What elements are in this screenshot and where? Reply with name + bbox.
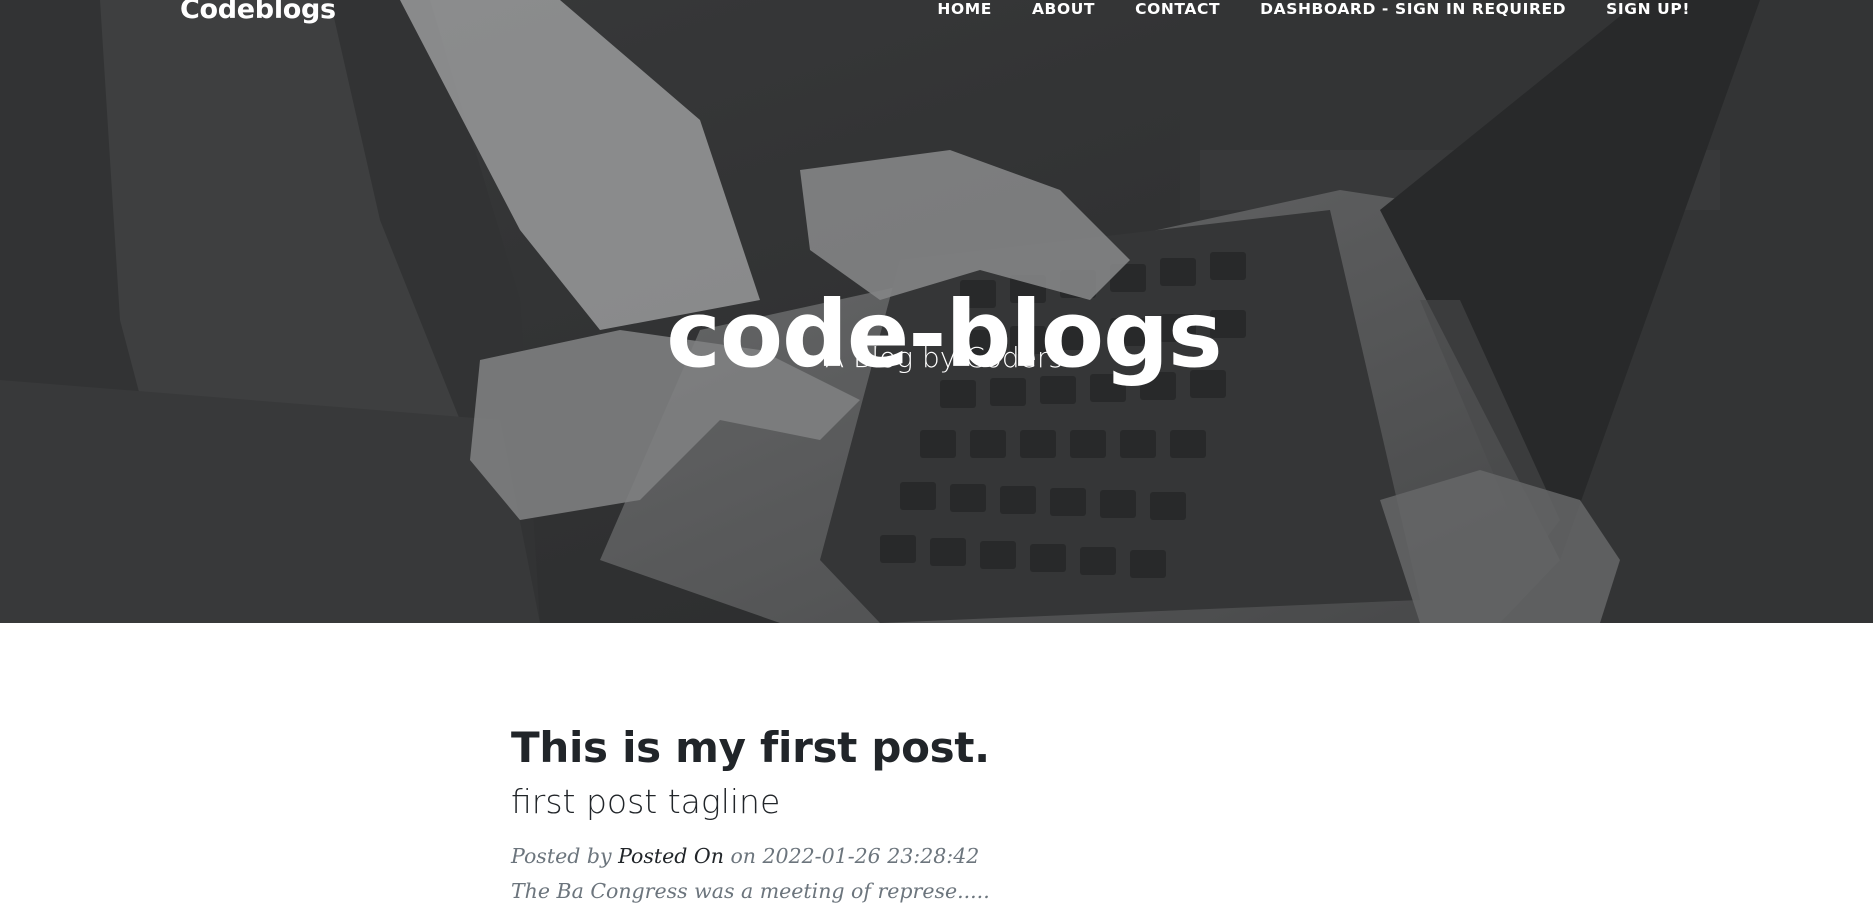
post-date: on 2022-01-26 23:28:42: [730, 844, 980, 868]
nav-home-link[interactable]: HOME: [937, 0, 992, 18]
hero-header: Codeblogs HOME ABOUT CONTACT DASHBOARD -…: [0, 0, 1873, 623]
post-title[interactable]: This is my first post.: [511, 720, 1411, 776]
nav-signup-link[interactable]: SIGN UP!: [1606, 0, 1690, 18]
post-preview[interactable]: This is my first post. first post taglin…: [511, 720, 1411, 905]
hero-subtitle: A Blog by Coders: [824, 341, 1064, 374]
post-meta-prefix: Posted by: [511, 844, 612, 868]
post-meta: Posted by Posted On on 2022-01-26 23:28:…: [511, 842, 1411, 870]
post-subtitle[interactable]: first post tagline: [511, 780, 1411, 824]
navbar-brand[interactable]: Codeblogs: [180, 0, 336, 25]
nav-contact-link[interactable]: CONTACT: [1135, 0, 1220, 18]
nav-dashboard-link[interactable]: DASHBOARD - SIGN IN REQUIRED: [1260, 0, 1566, 18]
nav-about-link[interactable]: ABOUT: [1032, 0, 1095, 18]
navbar-links: HOME ABOUT CONTACT DASHBOARD - SIGN IN R…: [937, 0, 1690, 18]
page: Codeblogs HOME ABOUT CONTACT DASHBOARD -…: [0, 0, 1873, 915]
post-author-link[interactable]: Posted On: [618, 844, 724, 868]
post-excerpt: The Ba Congress was a meeting of represe…: [511, 879, 990, 903]
